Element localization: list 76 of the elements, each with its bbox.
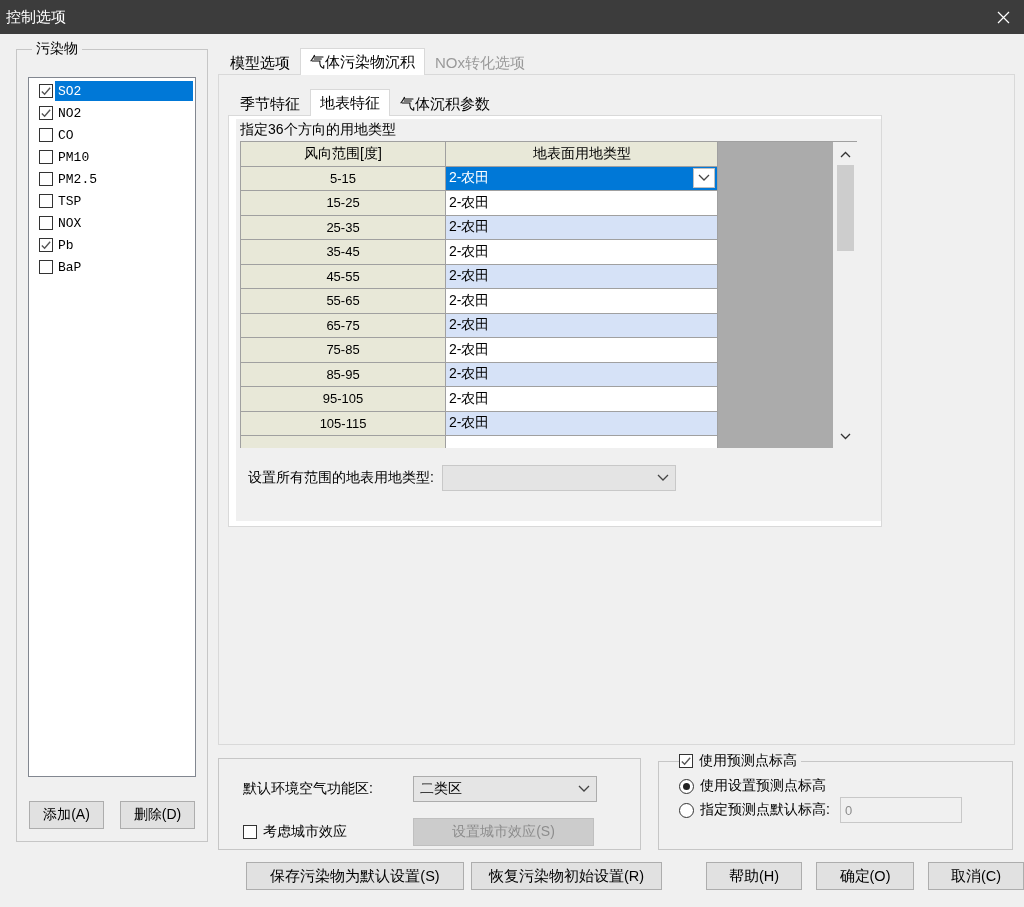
table-cell: 75-85 <box>241 338 446 363</box>
table-cell[interactable]: 2-农田 <box>446 191 718 216</box>
field-label: 设置所有范围的地表用地类型: <box>248 469 434 487</box>
list-item[interactable]: NO2 <box>55 103 193 123</box>
tab[interactable]: 气体沉积参数 <box>390 92 500 115</box>
checkbox[interactable] <box>243 824 257 839</box>
column-header: 风向范围[度] <box>241 142 446 167</box>
table-cell: 15-25 <box>241 191 446 216</box>
dropdown-button[interactable] <box>693 168 715 189</box>
group-title: 污染物 <box>35 40 79 58</box>
checkbox[interactable] <box>39 106 53 120</box>
pollutant-list[interactable]: SO2 NO2 CO PM10 PM2.5 TSP NOX Pb BaP <box>28 77 196 777</box>
checkbox[interactable] <box>39 238 53 252</box>
scroll-down-icon[interactable] <box>839 432 851 440</box>
list-item[interactable]: NOX <box>55 213 193 233</box>
table-cell[interactable]: 2-农田 <box>446 411 718 436</box>
checkbox-label: 使用预测点标高 <box>699 752 797 770</box>
list-item[interactable]: Pb <box>55 235 193 255</box>
checkbox[interactable] <box>39 128 53 142</box>
table-cell[interactable]: 2-农田 <box>446 264 718 289</box>
column-header: 地表面用地类型 <box>446 142 718 167</box>
table-cell: 105-115 <box>241 411 446 436</box>
list-item[interactable]: CO <box>55 125 193 145</box>
table-cell[interactable]: 2-农田 <box>446 313 718 338</box>
checkbox[interactable] <box>39 172 53 186</box>
tab[interactable]: 地表特征 <box>310 89 390 116</box>
table-cell: 5-15 <box>241 166 446 191</box>
table-cell[interactable]: 2-农田 <box>446 166 718 191</box>
window-title: 控制选项 <box>6 7 66 27</box>
checkbox[interactable] <box>39 216 53 230</box>
radio-label: 指定预测点默认标高: <box>700 801 830 819</box>
checkbox[interactable] <box>39 194 53 208</box>
table-cell: 85-95 <box>241 362 446 387</box>
checkbox[interactable] <box>39 150 53 164</box>
list-item[interactable]: TSP <box>55 191 193 211</box>
table-cell: 55-65 <box>241 289 446 314</box>
field-label: 默认环境空气功能区: <box>243 779 374 798</box>
button[interactable]: 确定(O) <box>816 862 914 890</box>
checkbox-label: 考虑城市效应 <box>263 822 347 841</box>
table-cell: 35-45 <box>241 240 446 265</box>
scroll-up-icon[interactable] <box>839 151 851 159</box>
chevron-down-icon <box>656 474 669 482</box>
list-item[interactable]: PM10 <box>55 147 193 167</box>
radio-label: 使用设置预测点标高 <box>700 777 826 795</box>
chevron-down-icon <box>698 174 710 183</box>
table-cell[interactable]: 2-农田 <box>446 338 718 363</box>
button[interactable]: 保存污染物为默认设置(S) <box>246 862 464 890</box>
table-cell[interactable]: 2-农田 <box>446 215 718 240</box>
table-cell: 25-35 <box>241 215 446 240</box>
checkbox[interactable] <box>39 84 53 98</box>
tab[interactable]: 气体污染物沉积 <box>300 48 425 75</box>
button[interactable]: 添加(A) <box>29 801 104 829</box>
list-item[interactable]: PM2.5 <box>55 169 193 189</box>
table-cell[interactable]: 2-农田 <box>446 362 718 387</box>
button[interactable]: 删除(D) <box>120 801 195 829</box>
cell-value: 2-农田 <box>449 169 490 188</box>
button[interactable]: 取消(C) <box>928 862 1024 890</box>
dropdown-field[interactable]: 二类区 <box>413 775 597 802</box>
field-value: 二类区 <box>420 779 462 798</box>
table-cell[interactable]: 2-农田 <box>446 289 718 314</box>
button[interactable]: 恢复污染物初始设置(R) <box>471 862 662 890</box>
table-cell[interactable]: 2-农田 <box>446 387 718 412</box>
chevron-down-icon <box>578 784 590 793</box>
list-item[interactable]: BaP <box>55 257 193 277</box>
checkbox[interactable] <box>39 260 53 274</box>
table-cell: 95-105 <box>241 387 446 412</box>
tab[interactable]: 季节特征 <box>230 92 310 115</box>
tab[interactable]: 模型选项 <box>220 51 300 74</box>
close-icon[interactable] <box>997 10 1010 24</box>
table-cell: 65-75 <box>241 313 446 338</box>
table-cell: 45-55 <box>241 264 446 289</box>
table-cell[interactable]: 2-农田 <box>446 240 718 265</box>
button[interactable]: 帮助(H) <box>706 862 802 890</box>
section-title: 指定36个方向的用地类型 <box>240 120 397 139</box>
scroll-thumb[interactable] <box>836 165 854 251</box>
list-item[interactable]: SO2 <box>55 81 193 101</box>
